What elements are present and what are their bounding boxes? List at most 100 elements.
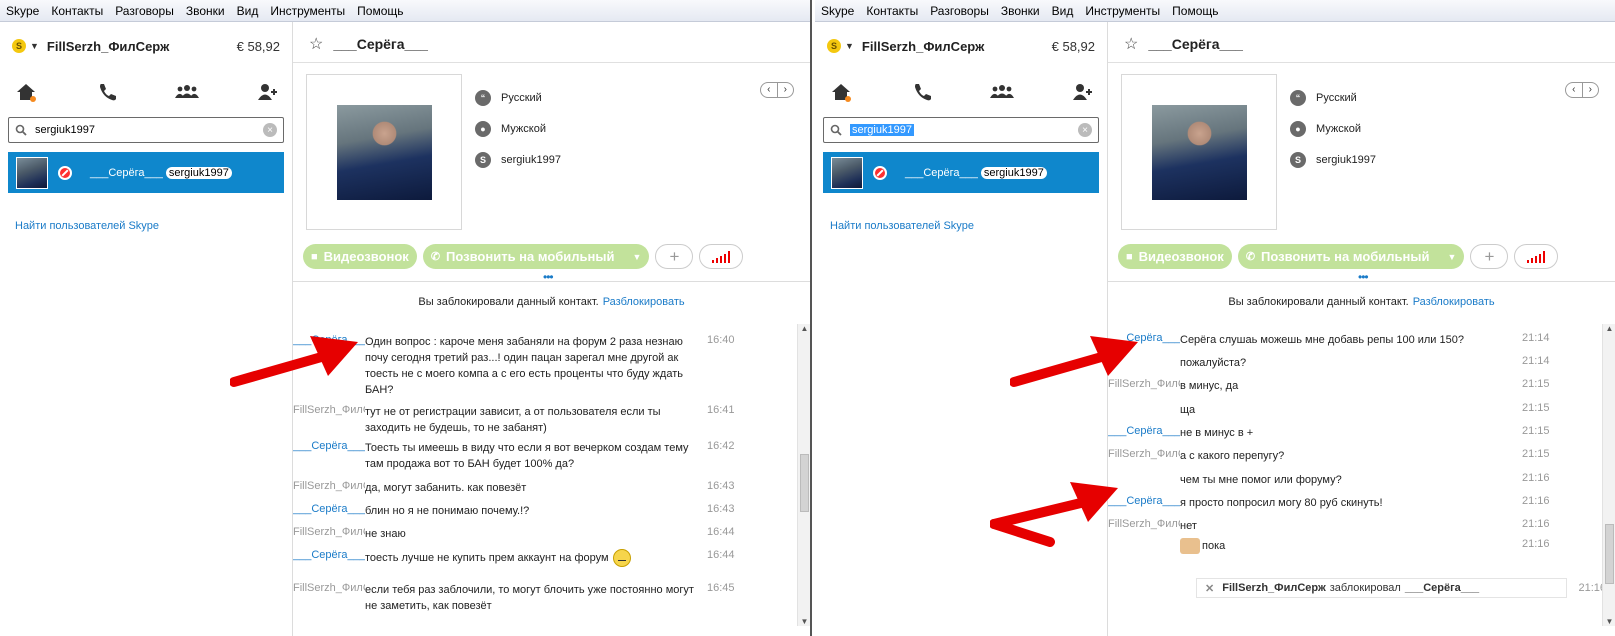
search-input[interactable]: sergiuk1997 — [850, 124, 914, 136]
notice-target: ___Серёга___ — [1404, 582, 1480, 594]
scroll-thumb[interactable] — [800, 454, 809, 512]
message-sender[interactable]: FillSerzh_ФилСерж — [293, 582, 365, 614]
menu-help[interactable]: Помощь — [1172, 4, 1218, 18]
menu-conversations[interactable]: Разговоры — [930, 4, 989, 18]
account-header[interactable]: S ▼ FillSerzh_ФилСерж € 58,92 — [827, 34, 1095, 58]
message-sender[interactable] — [1108, 402, 1180, 418]
message-body: не в минус в + — [1180, 427, 1254, 439]
star-icon[interactable]: ☆ — [309, 34, 323, 54]
phone-icon[interactable] — [95, 81, 119, 103]
credit-balance[interactable]: € 58,92 — [237, 39, 280, 54]
call-mobile-button[interactable]: ✆ Позвонить на мобильный ▼ — [422, 244, 650, 269]
message-sender[interactable]: ___Серёга___ — [1108, 495, 1180, 511]
credit-balance[interactable]: € 58,92 — [1052, 39, 1095, 54]
call-quality-button[interactable] — [699, 244, 744, 269]
next-arrow-icon[interactable]: › — [1581, 83, 1599, 97]
message-sender[interactable]: ___Серёга___ — [293, 334, 365, 398]
message-sender[interactable]: FillSerzh_ФилСерж — [293, 480, 365, 496]
scrollbar[interactable]: ▲ ▼ — [1602, 324, 1615, 626]
message-sender[interactable] — [1108, 538, 1180, 554]
message-sender[interactable]: ___Серёга___ — [1108, 425, 1180, 441]
message-body: Один вопрос : кароче меня забаняли на фо… — [365, 336, 683, 396]
next-arrow-icon[interactable]: › — [776, 83, 794, 97]
conversation-header: ☆ ___Серёга___ — [309, 32, 428, 56]
result-name: ___Серёга___ — [90, 166, 163, 179]
find-users-link[interactable]: Найти пользователей Skype — [15, 220, 159, 232]
add-contact-icon[interactable] — [1071, 81, 1095, 103]
home-icon[interactable] — [829, 81, 853, 103]
status-icon[interactable]: S — [12, 39, 26, 53]
menu-calls[interactable]: Звонки — [1001, 4, 1040, 18]
call-quality-button[interactable] — [1514, 244, 1559, 269]
message-sender[interactable] — [1108, 472, 1180, 488]
scroll-up-icon[interactable]: ▲ — [1603, 324, 1615, 333]
phone-icon[interactable] — [910, 81, 934, 103]
search-result-item[interactable]: ___Серёга___ sergiuk1997 — [8, 152, 284, 193]
contact-title: ___Серёга___ — [333, 36, 428, 52]
account-header[interactable]: S ▼ FillSerzh_ФилСерж € 58,92 — [12, 34, 280, 58]
skype-window-right: Skype Контакты Разговоры Звонки Вид Инст… — [815, 0, 1615, 636]
menu-contacts[interactable]: Контакты — [866, 4, 918, 18]
message-text: чем ты мне помог или форуму? — [1180, 472, 1510, 488]
message-sender[interactable]: FillSerzh_ФилСерж — [1108, 448, 1180, 464]
menu-view[interactable]: Вид — [237, 4, 259, 18]
search-result-item[interactable]: ___Серёга___ sergiuk1997 — [823, 152, 1099, 193]
message-body: пожалуйста? — [1180, 357, 1247, 369]
scroll-up-icon[interactable]: ▲ — [798, 324, 810, 333]
search-field[interactable]: sergiuk1997 × — [8, 117, 284, 143]
menu-tools[interactable]: Инструменты — [1085, 4, 1160, 18]
search-field[interactable]: sergiuk1997 × — [823, 117, 1099, 143]
menu-view[interactable]: Вид — [1052, 4, 1074, 18]
message-sender[interactable] — [1108, 355, 1180, 371]
message-sender[interactable]: FillSerzh_ФилСерж — [1108, 518, 1180, 534]
chevron-down-icon[interactable]: ▼ — [845, 41, 854, 51]
message-time: 16:43 — [707, 503, 735, 515]
group-icon[interactable] — [175, 81, 200, 103]
worried-emoticon-icon — [612, 549, 631, 567]
prev-arrow-icon[interactable]: ‹ — [1566, 83, 1582, 97]
scroll-thumb[interactable] — [1605, 524, 1614, 584]
message-sender[interactable]: ___Серёга___ — [293, 503, 365, 519]
chevron-down-icon[interactable]: ▼ — [1447, 252, 1456, 262]
clear-search-icon[interactable]: × — [263, 123, 277, 137]
profile-pager: ‹ › — [760, 82, 794, 98]
chevron-down-icon[interactable]: ▼ — [632, 252, 641, 262]
message-sender[interactable]: ___Серёга___ — [1108, 332, 1180, 348]
add-contact-icon[interactable] — [256, 81, 280, 103]
unblock-link[interactable]: Разблокировать — [1413, 296, 1495, 308]
scroll-down-icon[interactable]: ▼ — [798, 617, 810, 626]
call-mobile-button[interactable]: ✆ Позвонить на мобильный ▼ — [1237, 244, 1465, 269]
menu-skype[interactable]: Skype — [6, 4, 39, 18]
video-call-button[interactable]: ■ Видеозвонок — [303, 244, 417, 269]
chevron-down-icon[interactable]: ▼ — [30, 41, 39, 51]
message-sender[interactable]: FillSerzh_ФилСерж — [1108, 378, 1180, 394]
menu-tools[interactable]: Инструменты — [270, 4, 345, 18]
scroll-down-icon[interactable]: ▼ — [1603, 617, 1615, 626]
add-button[interactable]: + — [655, 244, 694, 269]
star-icon[interactable]: ☆ — [1124, 34, 1138, 54]
group-icon[interactable] — [990, 81, 1015, 103]
prev-arrow-icon[interactable]: ‹ — [761, 83, 777, 97]
message-sender[interactable]: ___Серёга___ — [293, 440, 365, 472]
status-icon[interactable]: S — [827, 39, 841, 53]
message-sender[interactable]: FillSerzh_ФилСерж — [293, 526, 365, 542]
menu-conversations[interactable]: Разговоры — [115, 4, 174, 18]
message-sender[interactable]: ___Серёга___ — [293, 549, 365, 567]
gender-row: ● Мужской — [475, 113, 561, 144]
video-call-button[interactable]: ■ Видеозвонок — [1118, 244, 1232, 269]
menu-skype[interactable]: Skype — [821, 4, 854, 18]
message-row: ___Серёга___ не в минус в + 21:15 — [1108, 425, 1601, 441]
menu-contacts[interactable]: Контакты — [51, 4, 103, 18]
gender-row: ● Мужской — [1290, 113, 1376, 144]
scrollbar[interactable]: ▲ ▼ — [797, 324, 810, 626]
home-icon[interactable] — [14, 81, 38, 103]
add-button[interactable]: + — [1470, 244, 1509, 269]
unblock-link[interactable]: Разблокировать — [603, 296, 685, 308]
menu-calls[interactable]: Звонки — [186, 4, 225, 18]
menu-help[interactable]: Помощь — [357, 4, 403, 18]
find-users-link[interactable]: Найти пользователей Skype — [830, 220, 974, 232]
message-sender[interactable]: FillSerzh_ФилСерж — [293, 404, 365, 436]
clear-search-icon[interactable]: × — [1078, 123, 1092, 137]
message-body: тут не от регистрации зависит, а от поль… — [365, 406, 661, 434]
search-input[interactable]: sergiuk1997 — [35, 124, 95, 136]
